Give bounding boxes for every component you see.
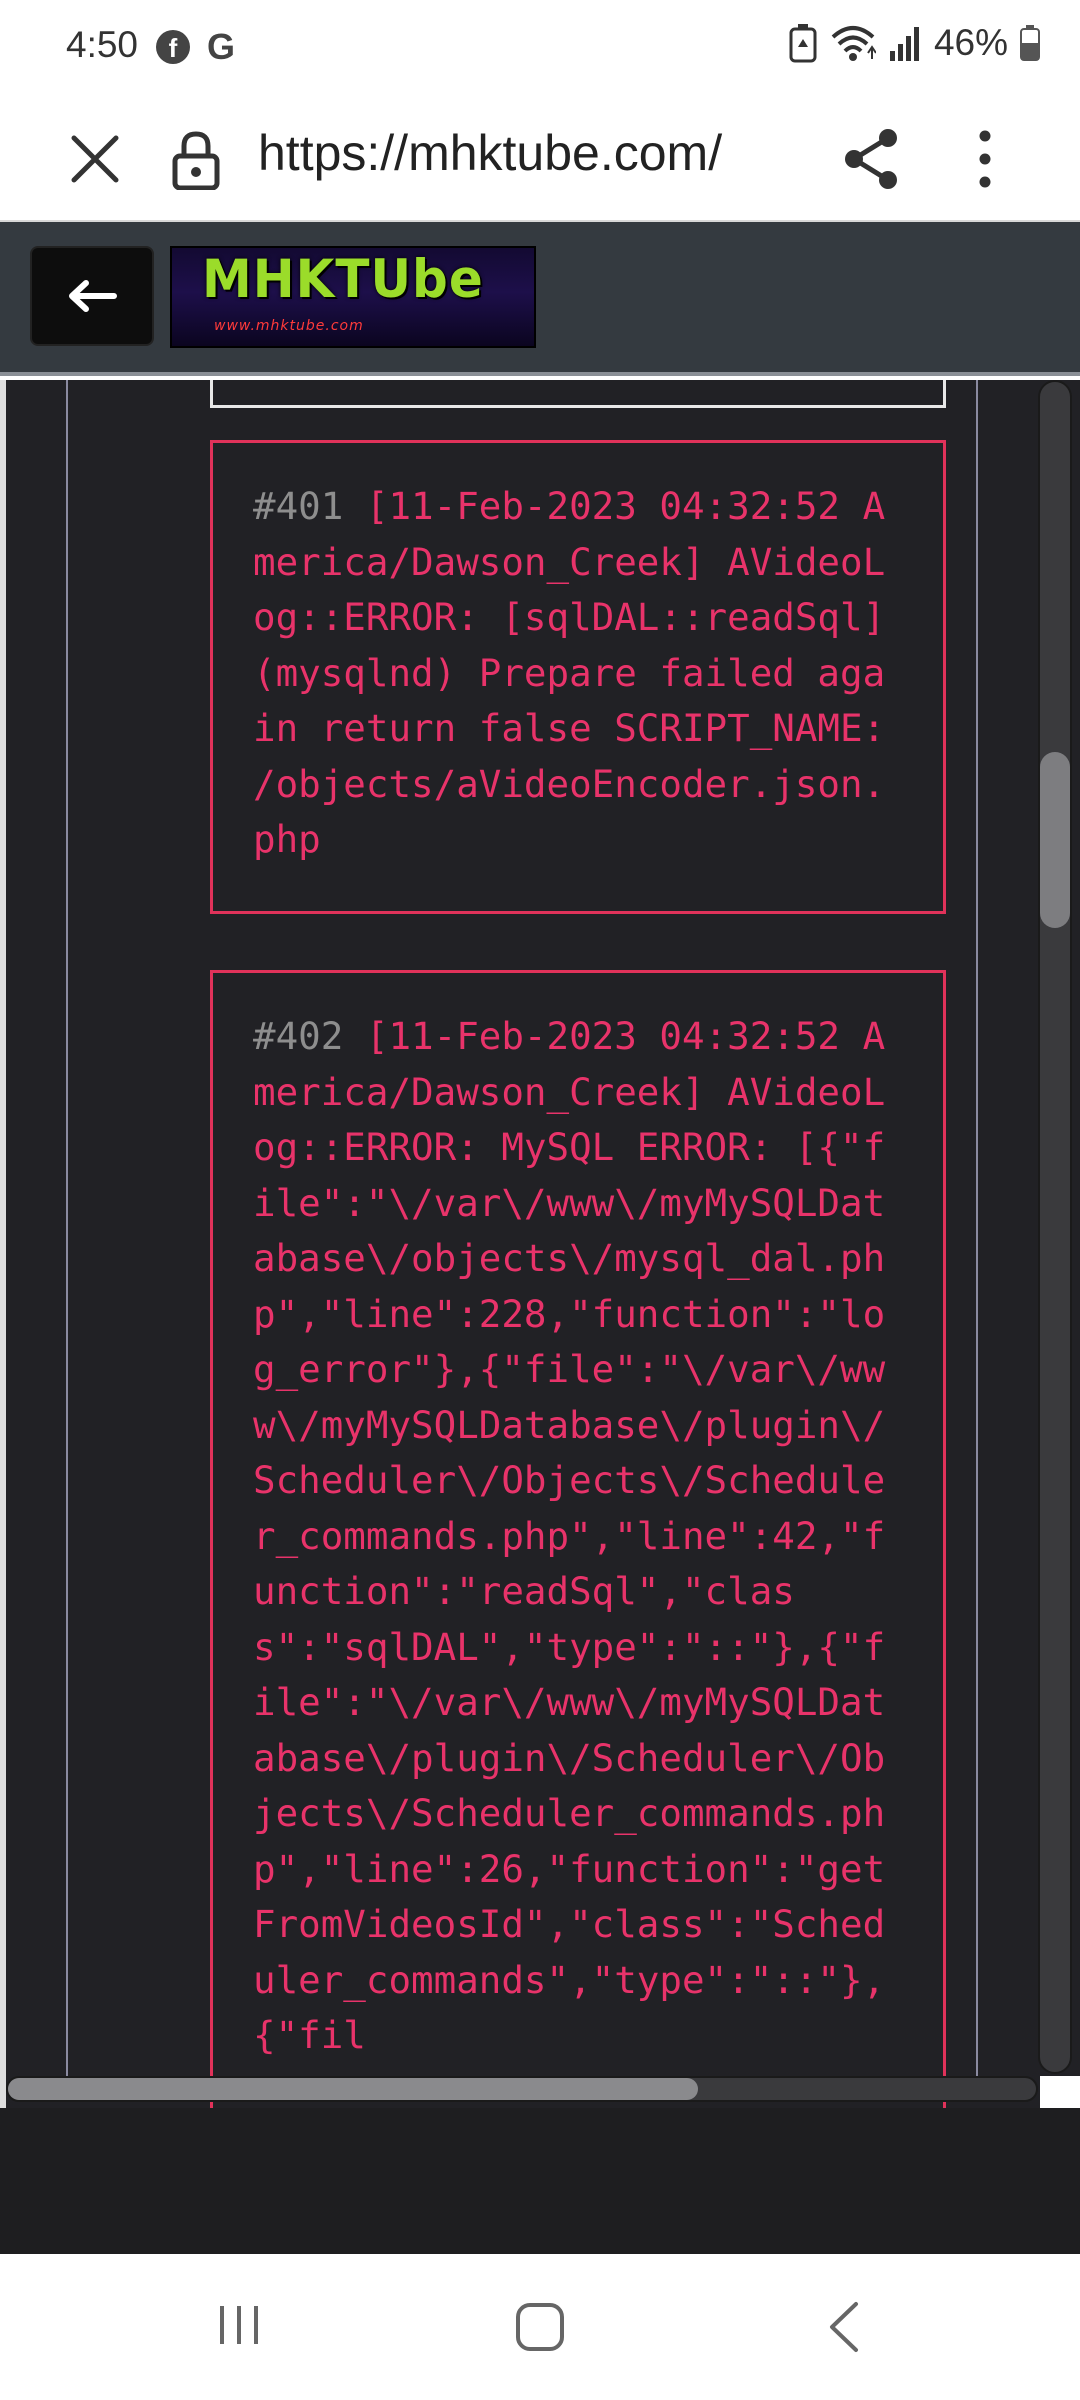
wifi-icon bbox=[831, 26, 876, 61]
log-number: #401 bbox=[253, 484, 344, 528]
panel-border-right bbox=[976, 380, 978, 2080]
home-icon[interactable] bbox=[513, 2300, 567, 2354]
site-header: MHKTUbe www.mhktube.com bbox=[0, 222, 1080, 376]
status-time: 4:50 bbox=[66, 24, 139, 65]
log-number: #402 bbox=[253, 1014, 344, 1058]
browser-toolbar: https://mhktube.com/ bbox=[0, 96, 1080, 222]
facebook-icon: f bbox=[156, 30, 190, 64]
panel-border-left bbox=[66, 380, 68, 2080]
close-icon[interactable] bbox=[62, 126, 128, 192]
notification-icons: f G bbox=[156, 26, 238, 67]
recents-icon[interactable] bbox=[214, 2300, 264, 2350]
status-bar: 4:50 f G 46% bbox=[0, 0, 1080, 96]
log-entry: #402 [11-Feb-2023 04:32:52 America/Dawso… bbox=[210, 970, 946, 2108]
log-content-area[interactable]: #401 [11-Feb-2023 04:32:52 America/Dawso… bbox=[0, 380, 1080, 2108]
scrollbar-corner bbox=[1040, 2076, 1080, 2108]
logo-text: MHKTUbe bbox=[202, 248, 484, 310]
signal-icon bbox=[889, 27, 919, 61]
arrow-left-icon bbox=[69, 280, 117, 312]
log-entry-text: #402 [11-Feb-2023 04:32:52 America/Dawso… bbox=[253, 1009, 905, 2064]
system-icons: 46% bbox=[788, 22, 1040, 64]
previous-log-box bbox=[210, 380, 946, 408]
log-message: [11-Feb-2023 04:32:52 America/Dawson_Cre… bbox=[253, 484, 908, 861]
page-footer bbox=[0, 2108, 1080, 2254]
lock-icon bbox=[172, 131, 220, 190]
battery-icon bbox=[1020, 25, 1040, 61]
back-icon[interactable] bbox=[820, 2298, 870, 2356]
logo-subtext: www.mhktube.com bbox=[214, 318, 364, 334]
log-message: [11-Feb-2023 04:32:52 America/Dawson_Cre… bbox=[253, 1014, 886, 2057]
vertical-scrollbar[interactable] bbox=[1038, 380, 1072, 2074]
url-text[interactable]: https://mhktube.com/ bbox=[258, 124, 722, 182]
horizontal-scrollbar-thumb[interactable] bbox=[8, 2078, 698, 2100]
log-entry: #401 [11-Feb-2023 04:32:52 America/Dawso… bbox=[210, 440, 946, 914]
system-nav-bar bbox=[0, 2254, 1080, 2400]
battery-level: 46% bbox=[933, 22, 1008, 63]
page-edge bbox=[0, 380, 6, 2108]
battery-saver-icon bbox=[789, 24, 817, 63]
google-icon: G bbox=[206, 26, 235, 67]
log-entry-text: #401 [11-Feb-2023 04:32:52 America/Dawso… bbox=[253, 479, 905, 868]
share-icon[interactable] bbox=[838, 124, 908, 194]
back-button[interactable] bbox=[30, 246, 154, 346]
site-logo[interactable]: MHKTUbe www.mhktube.com bbox=[170, 246, 536, 348]
vertical-scrollbar-thumb[interactable] bbox=[1040, 752, 1070, 928]
more-options-icon[interactable] bbox=[950, 124, 1020, 194]
